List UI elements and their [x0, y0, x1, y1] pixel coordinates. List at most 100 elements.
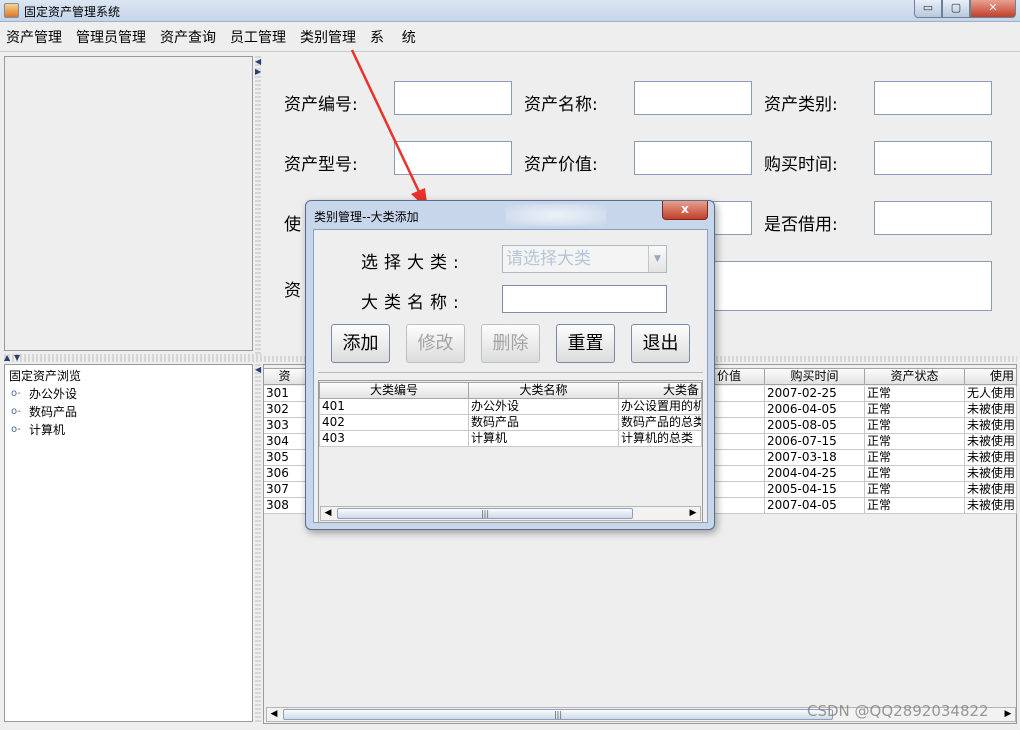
- asset-name-label: 资产名称:: [524, 95, 598, 115]
- asset-value-input[interactable]: [634, 141, 752, 175]
- table-row[interactable]: 304: [264, 434, 306, 450]
- header-asset-status[interactable]: 资产状态: [865, 368, 965, 385]
- vertical-splitter[interactable]: ◀ ▶ ◀: [255, 56, 261, 722]
- tree-node-label: 数码产品: [29, 405, 78, 419]
- menu-asset-management[interactable]: 资产管理: [6, 27, 62, 47]
- table-row[interactable]: 303: [264, 418, 306, 434]
- cell-category-id: 403: [319, 431, 469, 447]
- table-row[interactable]: 2005-08-05 正常 未被使用: [713, 418, 1017, 434]
- asset-id-label: 资产编号:: [284, 95, 358, 115]
- tree-node-digital[interactable]: o- 数码产品: [11, 403, 77, 420]
- tree-root[interactable]: 固定资产浏览: [9, 367, 81, 384]
- tree-handle-icon[interactable]: o-: [11, 424, 29, 435]
- table-row[interactable]: 2007-02-25 正常 无人使用: [713, 386, 1017, 402]
- menu-asset-query[interactable]: 资产查询: [160, 27, 216, 47]
- cell-category-id: 401: [319, 399, 469, 415]
- table-row[interactable]: 2005-04-15 正常 未被使用: [713, 482, 1017, 498]
- cell-usage: 未被使用: [965, 434, 1017, 450]
- cell-category-name: 数码产品: [469, 415, 619, 431]
- header-asset-id[interactable]: 资: [264, 368, 306, 385]
- table-row[interactable]: 2006-04-05 正常 未被使用: [713, 402, 1017, 418]
- table-row[interactable]: 2007-03-18 正常 未被使用: [713, 450, 1017, 466]
- purchase-date-label: 购买时间:: [764, 155, 838, 175]
- table-row[interactable]: 305: [264, 450, 306, 466]
- table-row[interactable]: 401 办公外设 办公设置用的机: [319, 399, 702, 415]
- table-row[interactable]: 2007-04-05 正常 未被使用: [713, 498, 1017, 514]
- window-title: 固定资产管理系统: [24, 5, 121, 19]
- dialog-separator: [318, 372, 703, 373]
- tree-node-office[interactable]: o- 办公外设: [11, 385, 77, 402]
- scroll-thumb[interactable]: |||: [337, 508, 633, 519]
- tree-node-computer[interactable]: o- 计算机: [11, 421, 65, 438]
- header-asset-value[interactable]: 价值: [713, 368, 765, 385]
- cell-asset-id: 303: [264, 418, 306, 434]
- asset-table-header: 资: [264, 368, 306, 385]
- user-label: 使: [284, 215, 301, 235]
- cell-usage: 未被使用: [965, 450, 1017, 466]
- table-row[interactable]: 307: [264, 482, 306, 498]
- splitter-left-arrow-icon[interactable]: ◀: [255, 58, 261, 66]
- scroll-left-icon[interactable]: ◀: [267, 708, 281, 721]
- header-purchase-date[interactable]: 购买时间: [765, 368, 865, 385]
- header-usage[interactable]: 使用: [965, 368, 1017, 385]
- cell-asset-id: 306: [264, 466, 306, 482]
- reset-button[interactable]: 重置: [556, 324, 615, 363]
- dialog-body: 选择大类: 请选择大类 ▼ 大类名称: 添加 修改 删除 重置 退出 大类编号 …: [313, 229, 708, 523]
- exit-button[interactable]: 退出: [631, 324, 690, 363]
- category-select[interactable]: 请选择大类 ▼: [502, 245, 667, 273]
- asset-name-input[interactable]: [634, 81, 752, 115]
- cell-asset-status: 正常: [865, 386, 965, 402]
- dialog-close-button[interactable]: x: [662, 201, 708, 220]
- asset-id-input[interactable]: [394, 81, 512, 115]
- header-category-id[interactable]: 大类编号: [319, 382, 469, 399]
- table-row[interactable]: 301: [264, 386, 306, 402]
- table-row[interactable]: 2006-07-15 正常 未被使用: [713, 434, 1017, 450]
- menu-admin-management[interactable]: 管理员管理: [76, 27, 146, 47]
- cell-asset-value: [713, 498, 765, 514]
- table-row[interactable]: 302: [264, 402, 306, 418]
- category-name-input[interactable]: [502, 285, 667, 313]
- cell-asset-status: 正常: [865, 402, 965, 418]
- splitter-down-arrow-icon[interactable]: ▼: [14, 354, 20, 362]
- edit-button[interactable]: 修改: [406, 324, 465, 363]
- table-row[interactable]: 403 计算机 计算机的总类: [319, 431, 702, 447]
- scroll-thumb[interactable]: |||: [283, 709, 833, 720]
- header-category-name[interactable]: 大类名称: [469, 382, 619, 399]
- tree-handle-icon[interactable]: o-: [11, 406, 29, 417]
- asset-category-input[interactable]: [874, 81, 992, 115]
- header-category-remark[interactable]: 大类备: [619, 382, 702, 399]
- top-left-panel: [4, 56, 253, 351]
- tree-node-label: 计算机: [29, 423, 66, 437]
- is-borrowed-input[interactable]: [874, 201, 992, 235]
- cell-asset-value: [713, 418, 765, 434]
- category-table-hscrollbar[interactable]: ◀ ||| ▶: [320, 506, 701, 521]
- chevron-down-icon[interactable]: ▼: [648, 246, 666, 272]
- scroll-left-icon[interactable]: ◀: [321, 507, 335, 520]
- cell-purchase-date: 2005-08-05: [765, 418, 865, 434]
- category-table-header: 大类编号 大类名称 大类备: [319, 382, 702, 399]
- table-row[interactable]: 306: [264, 466, 306, 482]
- splitter-lower-left-arrow-icon[interactable]: ◀: [255, 366, 261, 374]
- menu-category-management[interactable]: 类别管理: [300, 27, 356, 47]
- cell-asset-status: 正常: [865, 498, 965, 514]
- scroll-right-icon[interactable]: ▶: [1001, 708, 1015, 721]
- tree-handle-icon[interactable]: o-: [11, 388, 29, 399]
- minimize-button[interactable]: ▭: [914, 0, 942, 18]
- close-button[interactable]: ✕: [970, 0, 1016, 18]
- cell-category-name: 计算机: [469, 431, 619, 447]
- cell-purchase-date: 2007-02-25: [765, 386, 865, 402]
- asset-model-input[interactable]: [394, 141, 512, 175]
- menu-system[interactable]: 系 统: [370, 27, 416, 47]
- cell-asset-value: [713, 450, 765, 466]
- table-row[interactable]: 402 数码产品 数码产品的总类: [319, 415, 702, 431]
- table-row[interactable]: 2004-04-25 正常 未被使用: [713, 466, 1017, 482]
- splitter-up-arrow-icon[interactable]: ▲: [4, 354, 10, 362]
- menu-employee-management[interactable]: 员工管理: [230, 27, 286, 47]
- add-button[interactable]: 添加: [331, 324, 390, 363]
- purchase-date-input[interactable]: [874, 141, 992, 175]
- splitter-right-arrow-icon[interactable]: ▶: [255, 68, 261, 76]
- maximize-button[interactable]: ▢: [942, 0, 970, 18]
- table-row[interactable]: 308: [264, 498, 306, 514]
- scroll-right-icon[interactable]: ▶: [686, 507, 700, 520]
- delete-button[interactable]: 删除: [481, 324, 540, 363]
